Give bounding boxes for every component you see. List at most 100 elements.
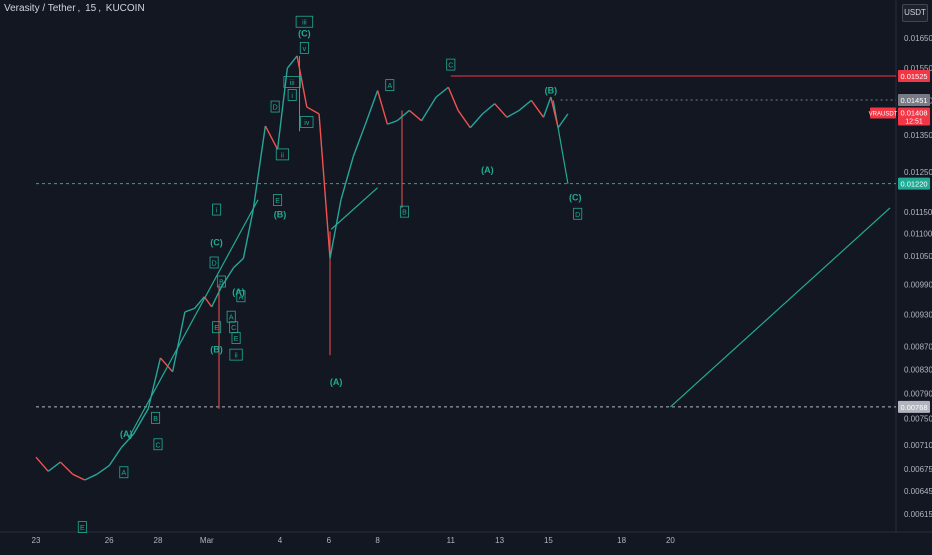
wave-label: D (575, 212, 580, 219)
price-tick-label: 0.00870 (904, 343, 932, 352)
time-tick-label: 6 (327, 536, 332, 545)
wave-label: A (122, 470, 127, 477)
price-segment (457, 110, 471, 129)
price-segment (184, 307, 195, 313)
chart-root[interactable]: iii (C) v iii i Div ii E (B) i (C) D B (A) A E A C (B) ii E A… (0, 0, 932, 550)
price-segment (108, 447, 122, 466)
trend-line[interactable] (330, 187, 379, 230)
wave-label: (C) (298, 29, 311, 39)
price-segment (518, 99, 532, 111)
price-segment (264, 125, 279, 150)
price-tick-label: 0.00830 (904, 365, 932, 374)
price-segment (211, 286, 223, 308)
low-level-price-tag-label: 0.00768 (900, 403, 927, 412)
wave-label: E (275, 198, 280, 205)
wave-label: E (214, 325, 219, 332)
wave-label: C (155, 442, 160, 449)
wave-label: B (402, 210, 407, 217)
price-chart[interactable]: iii(C)viiiiDiviiE(B)i(C)DB(A)AEAC(B)iiEA… (0, 0, 932, 550)
current-price-tag-label: 0.01451 (900, 96, 927, 105)
wave-label: D (212, 260, 217, 267)
time-tick-label: 23 (32, 536, 41, 545)
price-lines (36, 75, 896, 408)
price-tick-label: 0.01650 (904, 34, 932, 43)
price-segment (132, 408, 149, 435)
price-segment (306, 106, 320, 115)
price-tick-label: 0.00990 (904, 280, 932, 289)
price-segment (557, 113, 569, 129)
countdown-label: 12:51 (905, 119, 923, 126)
trend-line[interactable] (552, 100, 569, 184)
price-segment (376, 90, 389, 125)
wave-label: A (239, 294, 244, 301)
price-tick-label: 0.01100 (904, 230, 932, 239)
time-tick-label: 15 (544, 536, 553, 545)
price-segment (530, 99, 545, 118)
price-segment (59, 461, 74, 475)
wave-label: ii (235, 353, 239, 360)
price-segment (203, 296, 213, 308)
price-tick-label: 0.00675 (904, 465, 932, 474)
currency-button[interactable]: USDT (902, 4, 928, 22)
wave-label: A (229, 315, 234, 322)
time-tick-label: 13 (495, 536, 504, 545)
time-axis[interactable]: 23 26 28 Mar 4 6 8 11 13 15 18 20 (32, 536, 676, 545)
price-tick-label: 0.00645 (904, 487, 932, 496)
price-segment (171, 311, 186, 372)
price-segment (469, 113, 484, 129)
trend-lines[interactable] (128, 100, 891, 439)
symbol-header[interactable]: Verasity / Tether, 15, KUCOIN (4, 3, 147, 14)
price-segment (286, 55, 298, 69)
price-tick-label: 0.00750 (904, 414, 932, 423)
price-segment (447, 86, 459, 111)
price-tick-label: 0.00790 (904, 389, 932, 398)
price-segment (408, 109, 422, 122)
wave-label: (A) (330, 377, 343, 387)
trend-line[interactable] (128, 199, 259, 439)
wave-label: v (303, 46, 307, 53)
wave-label: B (219, 279, 224, 286)
price-segment (550, 96, 559, 128)
price-tick-label: 0.00930 (904, 311, 932, 320)
wave-label: A (387, 83, 392, 90)
last-price-value: 0.01408 (900, 109, 927, 118)
price-segment (233, 257, 244, 269)
price-segment (296, 55, 308, 108)
price-tick-label: 0.01150 (904, 208, 932, 217)
price-segment (47, 461, 61, 472)
time-tick-label: 11 (447, 536, 456, 545)
price-segment (72, 473, 86, 481)
symbol-name: Verasity / Tether (4, 3, 76, 14)
price-segment (364, 90, 379, 125)
price-tick-label: 0.00615 (904, 510, 932, 519)
wave-label: (B) (274, 209, 287, 219)
price-segment (352, 123, 367, 158)
time-tick-label: 4 (278, 536, 283, 545)
wave-label: iv (304, 120, 310, 127)
price-segment (252, 125, 267, 211)
time-tick-label: 18 (617, 536, 626, 545)
support-price-tag-label: 0.01220 (900, 180, 927, 189)
time-tick-label: 26 (105, 536, 114, 545)
price-segment (482, 103, 496, 115)
price-segment (420, 96, 437, 122)
wave-label: (C) (210, 237, 223, 247)
wave-label: i (216, 208, 218, 215)
price-segment (542, 96, 552, 118)
wave-label: (B) (210, 345, 223, 355)
trend-line[interactable] (669, 207, 891, 408)
wave-label: E (80, 525, 85, 532)
wave-label: (C) (569, 193, 582, 203)
price-segment (340, 156, 354, 200)
time-tick-label: 20 (666, 536, 675, 545)
price-segment (435, 86, 449, 98)
price-tick-label: 0.01050 (904, 252, 932, 261)
wave-label: C (231, 325, 236, 332)
price-segment (387, 120, 398, 125)
price-tick-label: 0.01350 (904, 131, 932, 140)
price-segment (35, 456, 49, 472)
price-tick-label: 0.00710 (904, 441, 932, 450)
interval-label: 15 (85, 3, 97, 14)
price-segment (506, 109, 520, 118)
exchange-label: KUCOIN (105, 3, 145, 14)
